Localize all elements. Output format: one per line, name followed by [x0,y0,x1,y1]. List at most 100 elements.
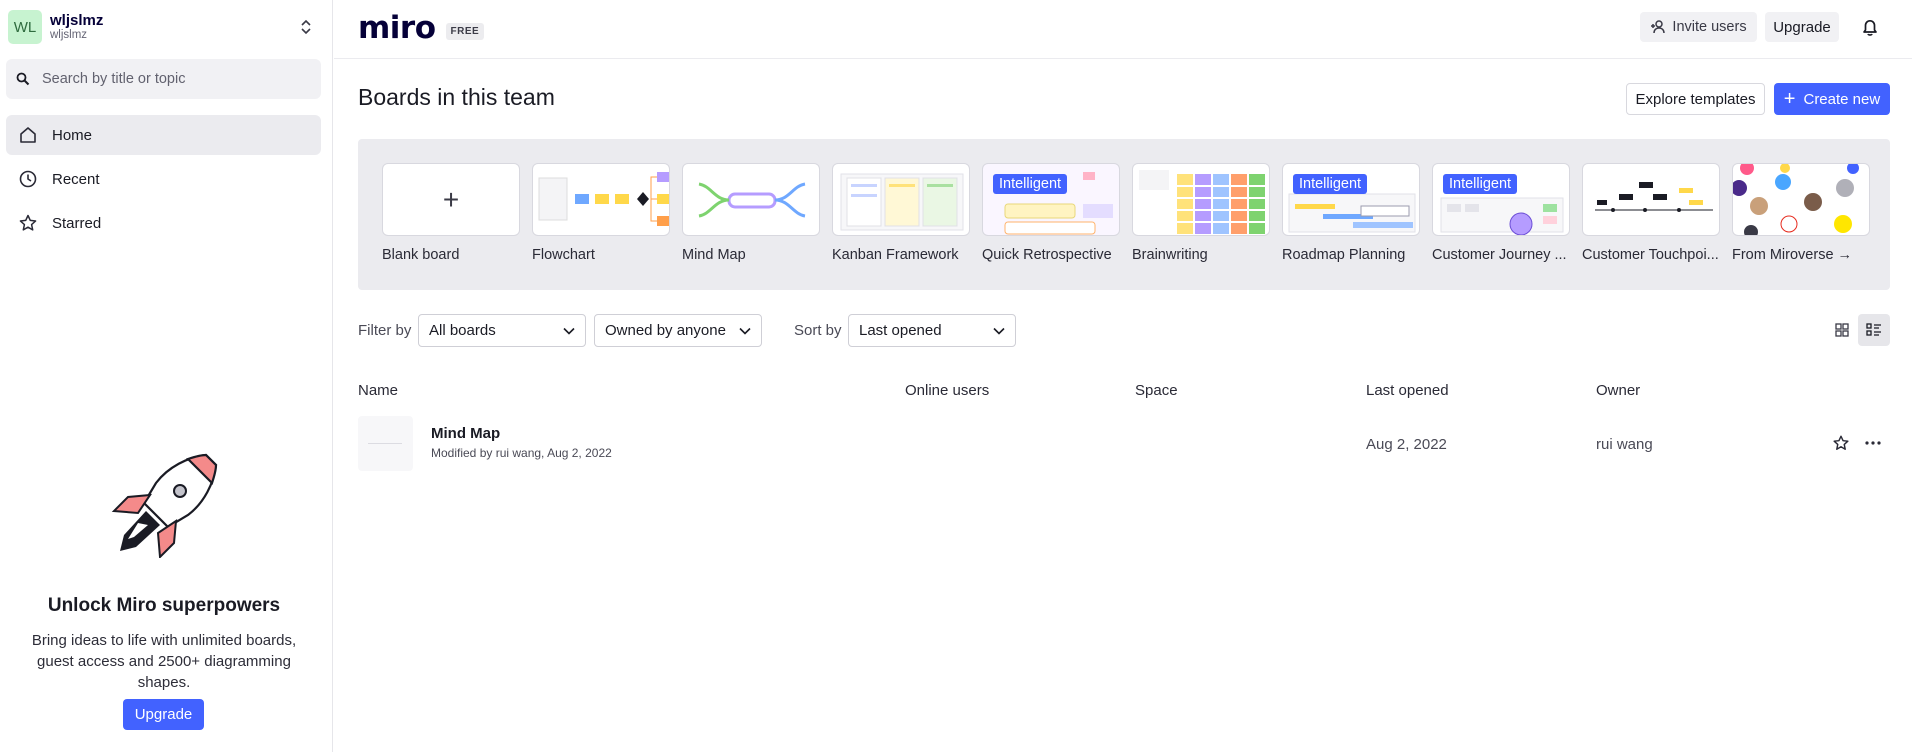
template-thumbnail: + [382,163,520,236]
intelligent-badge: Intelligent [1443,174,1518,194]
template-label: Blank board [382,247,460,263]
chevron-down-icon [993,327,1005,335]
intelligent-badge: Intelligent [1293,174,1368,194]
list-icon [1866,323,1881,336]
owner-filter-select[interactable]: Owned by anyone [594,314,762,347]
template-customer-touchpoint[interactable]: Customer Touchpoi... [1582,163,1720,263]
search-box[interactable] [6,59,321,99]
column-header-space: Space [1135,382,1178,399]
board-title[interactable]: Mind Map [431,425,500,442]
column-header-owner[interactable]: Owner [1596,382,1640,399]
add-user-icon [1651,20,1666,34]
template-label: Customer Journey ... [1432,247,1567,263]
star-icon[interactable] [1832,434,1850,452]
logo-text: miro [358,10,436,46]
template-customer-journey[interactable]: Intelligent Customer Journey ... [1432,163,1570,263]
invite-users-button[interactable]: Invite users [1640,12,1757,42]
template-label: Kanban Framework [832,247,959,263]
template-thumbnail [1132,163,1270,236]
template-thumbnail: Intelligent [1282,163,1420,236]
board-owner: rui wang [1596,436,1653,453]
miro-logo[interactable]: miro FREE [358,10,485,46]
board-thumbnail[interactable] [358,416,413,471]
template-label: Quick Retrospective [982,247,1112,263]
home-icon [20,127,36,143]
board-last-opened: Aug 2, 2022 [1366,436,1447,453]
rocket-illustration [111,453,218,558]
search-input[interactable] [42,71,302,87]
invite-users-label: Invite users [1672,19,1747,35]
table-row[interactable]: Mind Map Modified by rui wang, Aug 2, 20… [358,412,1890,476]
more-options-icon[interactable] [1864,434,1882,452]
team-avatar: WL [8,10,42,44]
clock-icon [19,170,37,188]
templates-strip: + Blank board Flowchart Mind Map Kanban … [358,139,1890,290]
template-thumbnail: Intelligent [1432,163,1570,236]
column-header-online-users: Online users [905,382,990,399]
template-thumbnail: Intelligent [982,163,1120,236]
boards-filter-select[interactable]: All boards [418,314,586,347]
template-quick-retrospective[interactable]: Intelligent Quick Retrospective [982,163,1120,263]
template-label: Mind Map [682,247,746,263]
promo-title: Unlock Miro superpowers [47,595,281,616]
sort-by-label: Sort by [794,322,842,339]
bell-icon[interactable] [1860,17,1880,37]
chevron-up-down-icon[interactable] [298,18,314,36]
template-blank-board[interactable]: + Blank board [382,163,520,263]
template-mind-map[interactable]: Mind Map [682,163,820,263]
create-new-label: Create new [1803,90,1881,108]
sidebar-item-label: Recent [52,170,100,188]
promo-upgrade-button[interactable]: Upgrade [123,699,204,730]
template-thumbnail [682,163,820,236]
sidebar: WL wljslmz wljslmz Home Recen [0,0,333,752]
template-thumbnail [832,163,970,236]
column-header-name[interactable]: Name [358,382,398,399]
template-kanban-framework[interactable]: Kanban Framework [832,163,970,263]
board-modified: Modified by rui wang, Aug 2, 2022 [431,446,612,460]
template-thumbnail [1582,163,1720,236]
explore-templates-button[interactable]: Explore templates [1626,83,1765,115]
intelligent-badge: Intelligent [993,174,1068,194]
star-icon [19,214,37,231]
kanban-preview [840,173,964,231]
template-label: Flowchart [532,247,595,263]
filter-by-label: Filter by [358,322,412,339]
chevron-down-icon [563,327,575,335]
template-label: Roadmap Planning [1282,247,1406,263]
sort-select[interactable]: Last opened [848,314,1016,347]
miroverse-preview [1733,164,1859,235]
sidebar-item-label: Home [52,126,93,144]
template-label: From Miroverse → [1732,247,1853,263]
touchpoint-preview [1595,182,1713,212]
search-icon [16,72,30,86]
template-roadmap-planning[interactable]: Intelligent Roadmap Planning [1282,163,1420,263]
plus-icon: + [1783,88,1796,110]
template-flowchart[interactable]: Flowchart [532,163,670,263]
column-header-last-opened[interactable]: Last opened [1366,382,1449,399]
boards-filter-value: All boards [429,322,496,339]
sidebar-item-recent[interactable]: Recent [6,159,321,199]
sidebar-item-label: Starred [52,214,102,232]
grid-icon [1835,323,1849,337]
team-switcher[interactable]: WL wljslmz wljslmz [8,8,324,46]
create-new-button[interactable]: + Create new [1774,83,1890,115]
sidebar-item-starred[interactable]: Starred [6,203,321,243]
plus-icon: + [442,183,460,215]
owner-filter-value: Owned by anyone [605,322,726,339]
template-thumbnail [1732,163,1870,236]
template-brainwriting[interactable]: Brainwriting [1132,163,1270,263]
header-divider [334,58,1912,59]
template-thumbnail [532,163,670,236]
mind-map-preview [698,182,806,218]
brainwriting-preview [1139,170,1265,234]
page-title: Boards in this team [358,84,555,110]
flowchart-preview [538,172,669,226]
promo-text: Bring ideas to life with unlimited board… [31,632,297,691]
template-from-miroverse[interactable]: From Miroverse → [1732,163,1870,263]
plan-badge: FREE [445,22,485,40]
list-view-toggle[interactable] [1858,314,1890,346]
grid-view-toggle[interactable] [1829,314,1855,346]
sidebar-item-home[interactable]: Home [6,115,321,155]
header-upgrade-button[interactable]: Upgrade [1765,12,1839,42]
template-label: Customer Touchpoi... [1582,247,1719,263]
